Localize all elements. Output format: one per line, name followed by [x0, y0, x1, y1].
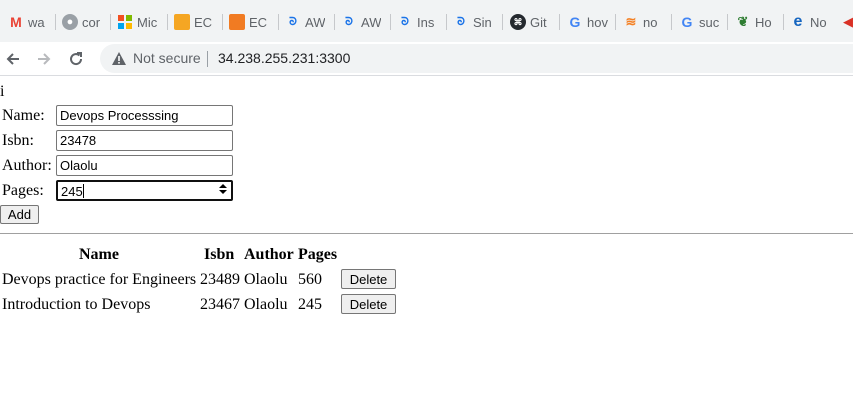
more-bookmarks-icon[interactable]: ◀ [843, 11, 853, 33]
forward-button[interactable] [31, 46, 57, 72]
name-input[interactable]: Devops Processsing [56, 105, 233, 126]
bookmark-item[interactable]: ≋ no [623, 11, 665, 33]
profile-icon: ● [62, 14, 78, 30]
isbn-input[interactable]: 23478 [56, 130, 233, 151]
spinner-arrows-icon[interactable] [219, 183, 227, 195]
delete-button[interactable]: Delete [341, 294, 396, 314]
author-label: Author: [2, 157, 52, 174]
leaf-icon: ❦ [737, 14, 749, 29]
reload-icon [70, 52, 83, 66]
pages-label: Pages: [2, 182, 44, 199]
pages-input[interactable]: 245 [56, 180, 233, 201]
author-input[interactable]: Olaolu [56, 155, 233, 176]
isbn-label: Isbn: [2, 132, 34, 149]
bookmark-item[interactable]: ᘐ Sin [453, 11, 495, 33]
back-arrow-icon [6, 53, 19, 65]
browser-toolbar: Not secure 34.238.255.231:3300 [0, 42, 853, 76]
bookmark-item[interactable]: Mic [117, 11, 159, 33]
cell-isbn: 23489 [200, 271, 240, 288]
reload-button[interactable] [63, 46, 89, 72]
header-name: Name [79, 246, 119, 263]
bookmark-item[interactable]: ● cor [62, 11, 104, 33]
header-author: Author [244, 246, 294, 263]
stackoverflow-icon: ≋ [625, 14, 637, 29]
bookmark-item[interactable]: M wa [8, 11, 50, 33]
bookmark-item[interactable]: ⌘ Git [510, 11, 552, 33]
bookmark-item[interactable]: ❦ Ho [735, 11, 777, 33]
bookmark-item[interactable]: G hov [567, 11, 609, 33]
delete-button[interactable]: Delete [341, 269, 396, 289]
cell-name: Introduction to Devops [2, 296, 151, 313]
bookmark-item[interactable]: ᘐ AW [285, 11, 327, 33]
page-heading: i [0, 83, 5, 100]
aws-icon: ᘐ [345, 15, 353, 28]
bookmarks-bar: M wa ● cor Mic EC EC ᘐ AW ᘐ AW ᘐ Ins ᘐ S… [0, 0, 853, 42]
cell-pages: 245 [298, 296, 322, 313]
security-label[interactable]: Not secure [133, 50, 201, 66]
bookmark-item[interactable]: EC [174, 11, 216, 33]
cell-name: Devops practice for Engineers [2, 271, 197, 288]
google-icon: G [681, 14, 693, 30]
gmail-icon: M [10, 14, 22, 30]
address-bar[interactable]: Not secure 34.238.255.231:3300 [100, 44, 853, 73]
box-icon [174, 14, 190, 30]
e-icon: e [793, 13, 803, 30]
back-button[interactable] [0, 46, 26, 72]
microsoft-icon [117, 14, 133, 30]
cell-author: Olaolu [244, 296, 288, 313]
header-pages: Pages [298, 246, 338, 263]
divider [0, 233, 853, 234]
cell-isbn: 23467 [200, 296, 240, 313]
github-icon: ⌘ [510, 14, 526, 30]
google-icon: G [569, 14, 581, 30]
warning-icon [111, 51, 127, 69]
aws-icon: ᘐ [457, 15, 465, 28]
bookmark-item[interactable]: ᘐ Ins [397, 11, 439, 33]
forward-arrow-icon [38, 53, 51, 65]
page-content: i Name: Devops Processsing Isbn: 23478 A… [0, 76, 853, 416]
bookmark-item[interactable]: EC [229, 11, 271, 33]
box-icon [229, 14, 245, 30]
aws-icon: ᘐ [289, 15, 297, 28]
bookmark-item[interactable]: ᘐ AW [341, 11, 383, 33]
add-button[interactable]: Add [0, 205, 39, 224]
cell-author: Olaolu [244, 271, 288, 288]
cell-pages: 560 [298, 271, 322, 288]
url-text[interactable]: 34.238.255.231:3300 [218, 50, 350, 66]
header-isbn: Isbn [204, 246, 235, 263]
bookmark-item[interactable]: e No [790, 11, 832, 33]
aws-icon: ᘐ [401, 15, 409, 28]
pages-value: 245 [61, 184, 83, 199]
bookmark-item[interactable]: G suc [679, 11, 721, 33]
name-label: Name: [2, 107, 45, 124]
